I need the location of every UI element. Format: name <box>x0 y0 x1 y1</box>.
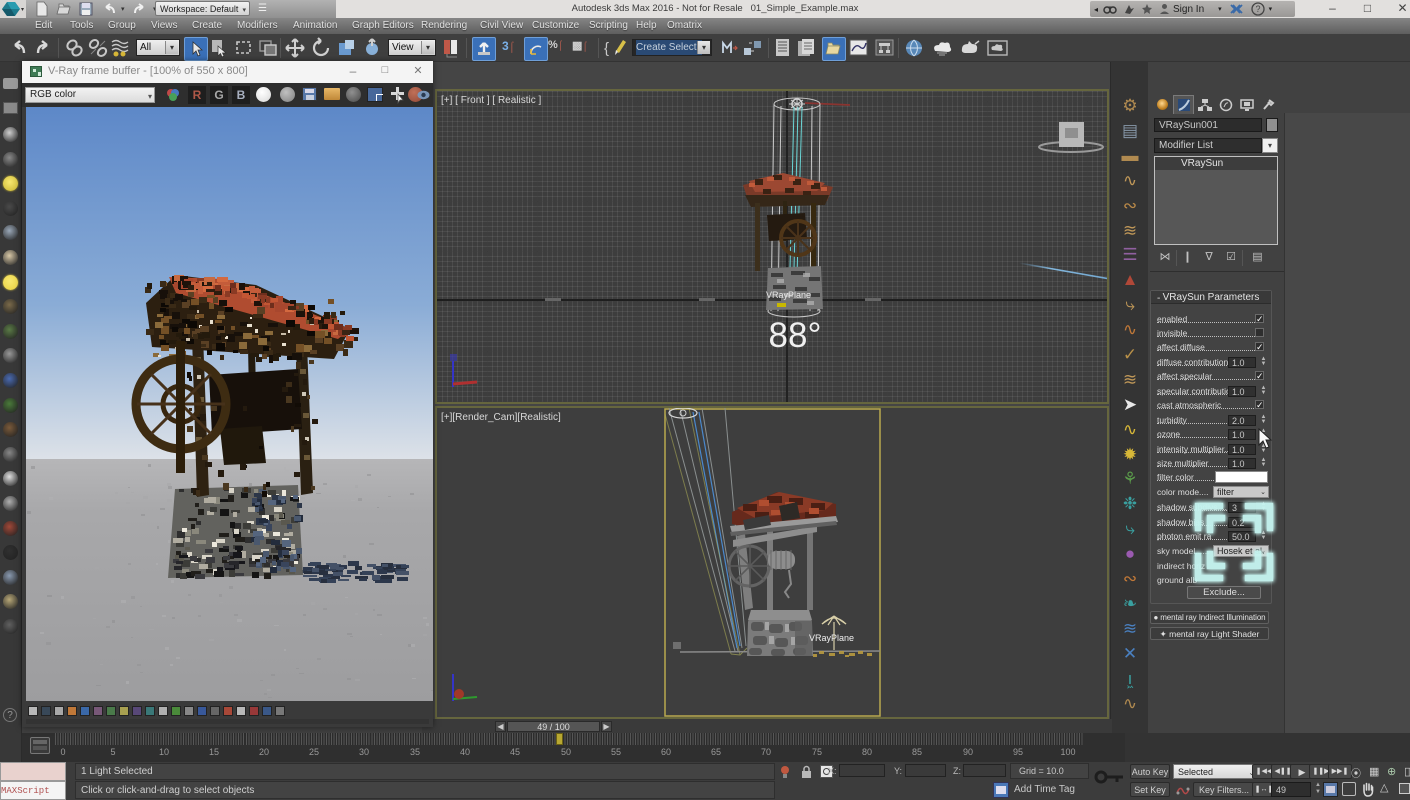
svg-text:{: { <box>604 40 609 57</box>
svg-text:?: ? <box>1255 4 1260 14</box>
